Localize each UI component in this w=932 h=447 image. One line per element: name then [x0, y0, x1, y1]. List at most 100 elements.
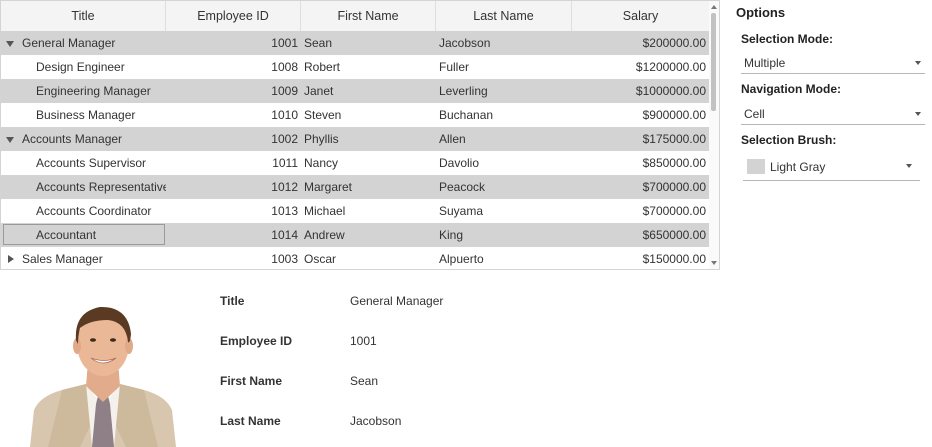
selection-mode-dropdown[interactable]: Multiple: [741, 52, 925, 74]
row-title-text: General Manager: [22, 36, 116, 50]
table-row[interactable]: Sales Manager 1003 Oscar Alpuerto $150000.00: [1, 247, 709, 269]
navigation-mode-dropdown[interactable]: Cell: [741, 103, 925, 125]
cell-salary[interactable]: $850000.00: [572, 151, 709, 175]
cell-last-name[interactable]: Leverling: [436, 79, 572, 103]
cell-employee-id[interactable]: 1002: [166, 127, 301, 151]
grid-body: General Manager 1001 Sean Jacobson $200000.0…: [1, 31, 709, 269]
cell-last-name[interactable]: Alpuerto: [436, 247, 572, 269]
cell-employee-id[interactable]: 1012: [166, 175, 301, 199]
cell-title[interactable]: Business Manager: [1, 103, 166, 127]
row-title-text: Accountant: [36, 228, 97, 242]
cell-last-name[interactable]: Fuller: [436, 55, 572, 79]
row-title-text: Business Manager: [36, 108, 136, 122]
row-title-text: Sales Manager: [22, 252, 103, 266]
detail-last-name-value: Jacobson: [350, 414, 402, 428]
column-header-employee-id[interactable]: Employee ID: [166, 1, 301, 31]
column-header-title[interactable]: Title: [1, 1, 166, 31]
cell-salary[interactable]: $150000.00: [572, 247, 709, 269]
scrollbar-thumb[interactable]: [711, 13, 716, 111]
cell-title[interactable]: Accounts Representative: [1, 175, 166, 199]
cell-title[interactable]: Accountant: [1, 223, 166, 247]
cell-title[interactable]: Accounts Manager: [1, 127, 166, 151]
cell-employee-id[interactable]: 1001: [166, 31, 301, 55]
cell-first-name[interactable]: Margaret: [301, 175, 436, 199]
detail-employee-id-label: Employee ID: [220, 334, 293, 348]
cell-last-name[interactable]: Jacobson: [436, 31, 572, 55]
table-row[interactable]: Accounts Representative 1012 Margaret Peaco…: [1, 175, 709, 199]
table-row[interactable]: Accounts Supervisor 1011 Nancy Davolio $8500…: [1, 151, 709, 175]
selection-mode-value: Multiple: [744, 56, 786, 70]
cell-salary[interactable]: $700000.00: [572, 199, 709, 223]
cell-first-name[interactable]: Oscar: [301, 247, 436, 269]
chevron-down-icon: [915, 112, 921, 116]
cell-title[interactable]: Engineering Manager: [1, 79, 166, 103]
options-title: Options: [736, 5, 786, 20]
cell-last-name[interactable]: Allen: [436, 127, 572, 151]
table-row[interactable]: Engineering Manager 1009 Janet Leverling $10…: [1, 79, 709, 103]
navigation-mode-value: Cell: [744, 107, 765, 121]
cell-first-name[interactable]: Nancy: [301, 151, 436, 175]
cell-title[interactable]: Design Engineer: [1, 55, 166, 79]
row-title-text: Engineering Manager: [36, 84, 151, 98]
table-row[interactable]: Accountant 1014 Andrew King $650000.00: [1, 223, 709, 247]
cell-employee-id[interactable]: 1011: [166, 151, 301, 175]
cell-title[interactable]: Sales Manager: [1, 247, 166, 269]
employee-photo: [30, 300, 176, 447]
vertical-scrollbar[interactable]: [709, 1, 719, 269]
cell-salary[interactable]: $900000.00: [572, 103, 709, 127]
row-title-text: Accounts Coordinator: [36, 204, 152, 218]
table-row[interactable]: General Manager 1001 Sean Jacobson $200000.0…: [1, 31, 709, 55]
cell-last-name[interactable]: King: [436, 223, 572, 247]
cell-employee-id[interactable]: 1010: [166, 103, 301, 127]
detail-title-value: General Manager: [350, 294, 444, 308]
expanded-triangle-icon[interactable]: [6, 137, 14, 143]
cell-first-name[interactable]: Andrew: [301, 223, 436, 247]
column-header-first-name[interactable]: First Name: [301, 1, 436, 31]
detail-last-name-label: Last Name: [220, 414, 281, 428]
detail-employee-id-value: 1001: [350, 334, 377, 348]
scroll-up-arrow-icon[interactable]: [711, 5, 717, 9]
table-row[interactable]: Accounts Manager 1002 Phyllis Allen $175000.…: [1, 127, 709, 151]
cell-employee-id[interactable]: 1003: [166, 247, 301, 269]
table-row[interactable]: Design Engineer 1008 Robert Fuller $1200000.…: [1, 55, 709, 79]
collapsed-triangle-icon[interactable]: [8, 255, 14, 263]
cell-salary[interactable]: $650000.00: [572, 223, 709, 247]
cell-first-name[interactable]: Phyllis: [301, 127, 436, 151]
expanded-triangle-icon[interactable]: [6, 41, 14, 47]
chevron-down-icon: [915, 61, 921, 65]
detail-title-label: Title: [220, 294, 245, 308]
cell-salary[interactable]: $700000.00: [572, 175, 709, 199]
cell-employee-id[interactable]: 1009: [166, 79, 301, 103]
cell-salary[interactable]: $1000000.00: [572, 79, 709, 103]
cell-first-name[interactable]: Michael: [301, 199, 436, 223]
cell-last-name[interactable]: Suyama: [436, 199, 572, 223]
column-header-salary[interactable]: Salary: [572, 1, 709, 31]
cell-employee-id[interactable]: 1008: [166, 55, 301, 79]
cell-last-name[interactable]: Peacock: [436, 175, 572, 199]
table-row[interactable]: Business Manager 1010 Steven Buchanan $90000…: [1, 103, 709, 127]
cell-salary[interactable]: $200000.00: [572, 31, 709, 55]
cell-employee-id[interactable]: 1013: [166, 199, 301, 223]
cell-salary[interactable]: $1200000.00: [572, 55, 709, 79]
selection-brush-dropdown[interactable]: Light Gray: [743, 154, 920, 181]
cell-last-name[interactable]: Buchanan: [436, 103, 572, 127]
cell-title[interactable]: General Manager: [1, 31, 166, 55]
table-row[interactable]: Accounts Coordinator 1013 Michael Suyama $70…: [1, 199, 709, 223]
navigation-mode-label: Navigation Mode:: [741, 82, 842, 96]
cell-title[interactable]: Accounts Coordinator: [1, 199, 166, 223]
cell-first-name[interactable]: Steven: [301, 103, 436, 127]
row-title-text: Accounts Manager: [22, 132, 123, 146]
cell-last-name[interactable]: Davolio: [436, 151, 572, 175]
column-header-last-name[interactable]: Last Name: [436, 1, 572, 31]
grid-header: Title Employee ID First Name Last Name S…: [1, 1, 709, 32]
cell-title[interactable]: Accounts Supervisor: [1, 151, 166, 175]
scroll-down-arrow-icon[interactable]: [711, 261, 717, 265]
row-title-text: Accounts Supervisor: [36, 156, 147, 170]
selection-brush-value: Light Gray: [770, 160, 826, 174]
cell-employee-id[interactable]: 1014: [166, 223, 301, 247]
cell-salary[interactable]: $175000.00: [572, 127, 709, 151]
employee-tree-grid[interactable]: Title Employee ID First Name Last Name S…: [0, 0, 720, 270]
cell-first-name[interactable]: Sean: [301, 31, 436, 55]
cell-first-name[interactable]: Robert: [301, 55, 436, 79]
cell-first-name[interactable]: Janet: [301, 79, 436, 103]
